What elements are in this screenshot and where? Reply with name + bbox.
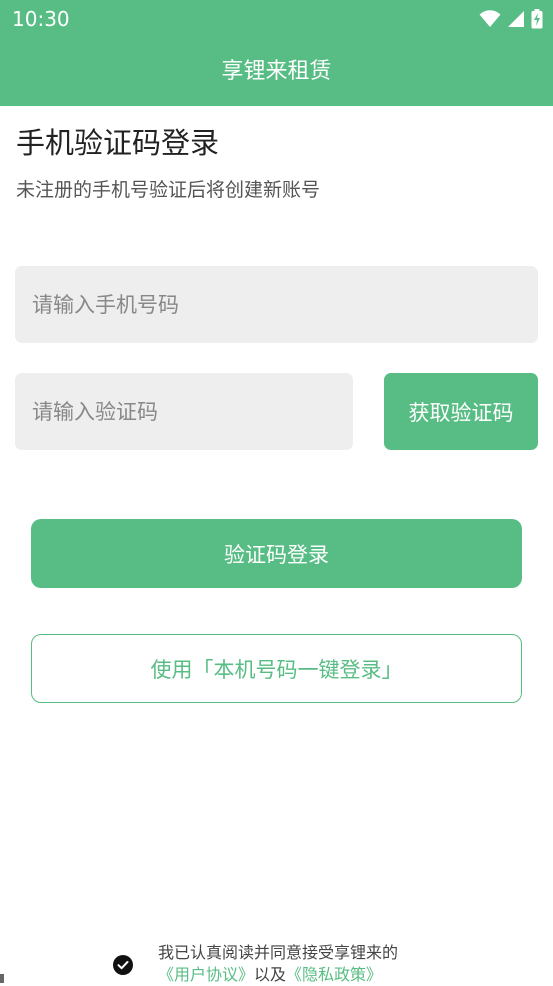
battery-charging-icon [531, 9, 543, 29]
app-title: 享锂来租赁 [221, 59, 332, 84]
agreement-prefix: 我已认真阅读并同意接受享锂来的 [158, 943, 399, 962]
page-subtitle: 未注册的手机号验证后将创建新账号 [16, 179, 321, 201]
signal-icon [508, 11, 524, 27]
status-icons [479, 8, 543, 30]
edge-handle [0, 974, 4, 983]
wifi-icon [479, 10, 501, 27]
user-agreement-link[interactable]: 《用户协议》 [158, 965, 254, 984]
check-icon [117, 961, 129, 970]
privacy-policy-link[interactable]: 《隐私政策》 [286, 965, 382, 984]
agreement-checkbox[interactable] [113, 955, 133, 975]
agreement-joiner: 以及 [254, 965, 287, 984]
code-login-button[interactable]: 验证码登录 [31, 519, 522, 588]
app-bar: 享锂来租赁 [0, 38, 553, 106]
status-bar: 10:30 [0, 0, 553, 38]
status-time: 10:30 [12, 7, 70, 31]
one-key-login-button[interactable]: 使用「本机号码一键登录」 [31, 634, 522, 703]
page-title: 手机验证码登录 [16, 126, 220, 160]
get-code-button[interactable]: 获取验证码 [384, 373, 538, 450]
agreement-text: 我已认真阅读并同意接受享锂来的 《用户协议》以及《隐私政策》 [158, 942, 458, 986]
verification-code-input[interactable] [15, 373, 353, 450]
phone-input[interactable] [15, 266, 538, 343]
